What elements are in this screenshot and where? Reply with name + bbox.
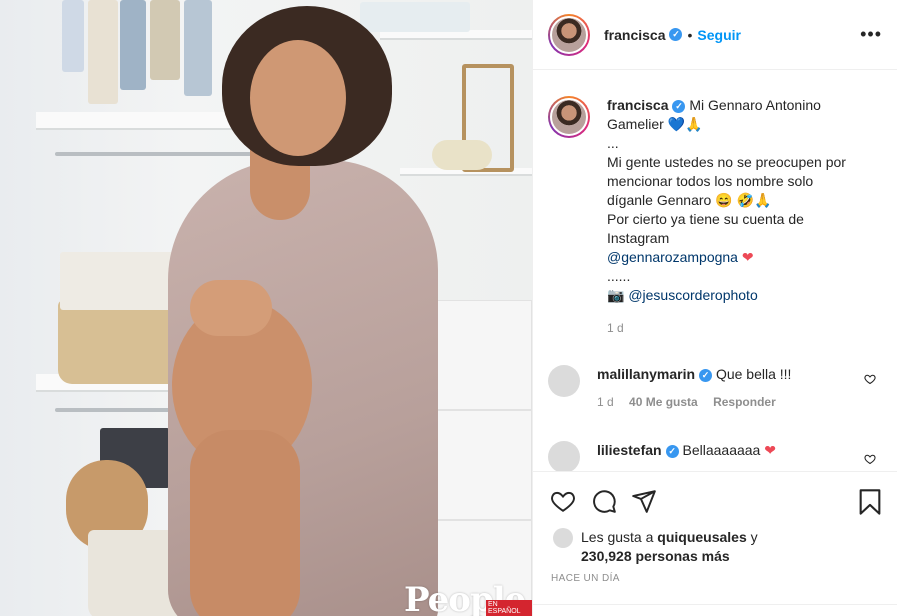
post-actions: Les gusta a quiqueusales y 230,928 perso… [533, 471, 897, 616]
comment-icon[interactable] [591, 488, 617, 514]
caption-line-5: mencionar todos los nombre solo [607, 173, 814, 189]
likes-row: Les gusta a quiqueusales y 230,928 perso… [553, 528, 881, 566]
comment-like-icon[interactable] [864, 453, 876, 468]
verified-icon: ✓ [669, 28, 683, 41]
hanging-clothes [150, 0, 180, 80]
post-header: francisca ✓ • Seguir ••• [533, 0, 897, 70]
caption: francisca ✓ Mi Gennaro Antonino Gamelier … [548, 96, 882, 338]
caption-line-4: Mi gente ustedes no se preocupen por [607, 154, 846, 170]
comments-section[interactable]: francisca ✓ Mi Gennaro Antonino Gamelier … [533, 71, 897, 471]
more-icon[interactable]: ••• [860, 24, 882, 45]
hanging-clothes [88, 0, 118, 104]
save-icon[interactable] [858, 488, 882, 516]
add-comment-bar [533, 604, 897, 616]
action-icons [549, 488, 657, 514]
caption-line-2: Gamelier [607, 116, 664, 132]
likes-summary[interactable]: Les gusta a quiqueusales y 230,928 perso… [581, 528, 881, 566]
commenter-username[interactable]: malillanymarin [597, 366, 695, 382]
hand [190, 280, 272, 336]
comment-like-icon[interactable] [864, 373, 876, 388]
hanging-clothes [62, 0, 84, 72]
commenter-avatar[interactable] [548, 365, 580, 397]
comment-time[interactable]: 1 d [597, 395, 614, 409]
caption-line-1: Mi Gennaro Antonino [689, 97, 821, 113]
closet-rail-top [55, 152, 255, 156]
follow-button[interactable]: Seguir [697, 27, 741, 43]
post-photo[interactable]: People EN ESPAÑOL [0, 0, 532, 616]
separator: • [687, 26, 693, 43]
caption-time[interactable]: 1 d [607, 319, 882, 338]
hanging-clothes [120, 0, 146, 90]
liker-username[interactable]: quiqueusales [657, 529, 746, 545]
caption-line-8: Instagram [607, 230, 670, 246]
caption-line-6: díganle Gennaro 😄 🤣🙏 [607, 192, 772, 208]
red-heart-emoji: ❤ [764, 442, 776, 458]
likes-connector: y [750, 529, 758, 545]
post-panel: francisca ✓ • Seguir ••• francisca ✓ Mi G… [532, 0, 897, 616]
verified-icon: ✓ [672, 99, 686, 113]
folded-towels [60, 252, 184, 310]
liker-avatar[interactable] [553, 528, 573, 548]
author-avatar[interactable] [548, 13, 590, 56]
leg [190, 430, 300, 616]
caption-dots: ...... [607, 268, 631, 284]
comment-likes[interactable]: 40 Me gusta [629, 395, 698, 409]
commenter-username[interactable]: liliestefan [597, 442, 662, 458]
face [250, 40, 346, 156]
like-icon[interactable] [549, 488, 577, 514]
comment-item: liliestefan ✓ Bellaaaaaaa ❤ [548, 441, 888, 471]
toy-balls [432, 140, 492, 170]
likes-count[interactable]: 230,928 personas más [581, 548, 730, 564]
caption-avatar[interactable] [548, 96, 590, 138]
storage-box [360, 2, 470, 32]
comment-text: Bellaaaaaaa [682, 442, 761, 458]
comment-item: malillanymarin ✓ Que bella !!! 1 d 40 Me … [548, 365, 888, 409]
caption-line-3: ... [607, 135, 619, 151]
comment-text: Que bella !!! [715, 366, 792, 382]
share-icon[interactable] [631, 488, 657, 514]
photographer-link[interactable]: @jesuscorderophoto [628, 287, 757, 303]
author-username[interactable]: francisca [604, 27, 665, 43]
blue-heart-emoji: 💙🙏 [667, 116, 703, 132]
closet-rail-bottom [55, 408, 185, 412]
commenter-avatar[interactable] [548, 441, 580, 471]
caption-username[interactable]: francisca [607, 97, 668, 113]
basket [58, 300, 186, 384]
mention-link[interactable]: @gennarozampogna [607, 249, 738, 265]
camera-emoji: 📷 [607, 287, 625, 303]
verified-icon: ✓ [699, 368, 713, 382]
likes-prefix: Les gusta a [581, 529, 654, 545]
watermark-tag: EN ESPAÑOL [486, 600, 532, 616]
caption-line-7: Por cierto ya tiene su cuenta de [607, 211, 804, 227]
hanging-clothes [184, 0, 212, 96]
reply-button[interactable]: Responder [713, 395, 776, 409]
verified-icon: ✓ [665, 444, 679, 458]
instagram-post: People EN ESPAÑOL francisca ✓ • Seguir •… [0, 0, 897, 616]
post-timestamp[interactable]: HACE UN DÍA [551, 573, 620, 584]
red-heart-emoji: ❤ [741, 249, 754, 265]
